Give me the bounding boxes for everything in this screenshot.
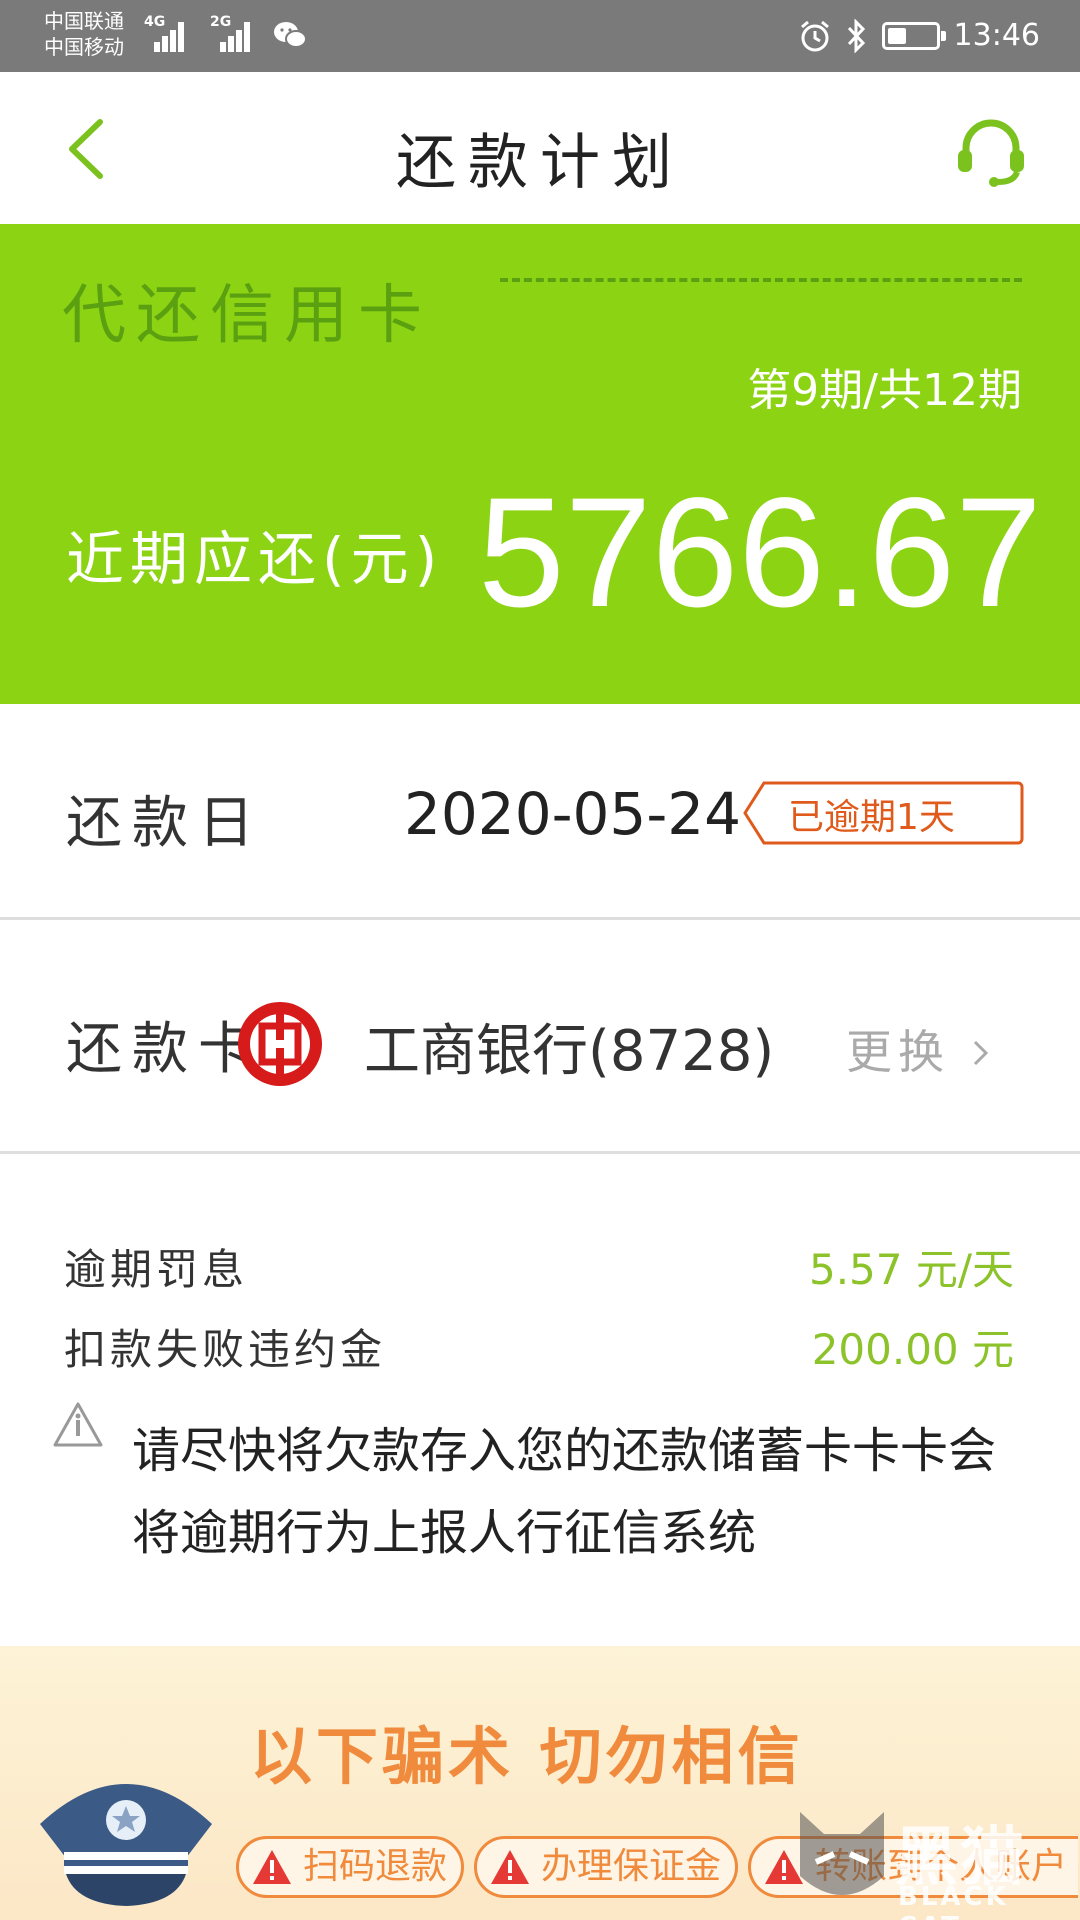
warning-message: 请尽快将欠款存入您的还款储蓄卡卡卡会将逾期行为上报人行征信系统 xyxy=(132,1423,997,1561)
due-label: 近期应还(元) xyxy=(66,525,444,593)
police-cap-icon xyxy=(40,1784,212,1906)
carrier-1: 中国联通 xyxy=(44,9,124,33)
change-card-button[interactable]: 更换 xyxy=(846,1016,991,1082)
bank-name: 工商银行(8728) xyxy=(364,1019,775,1084)
alert-icon xyxy=(491,1850,529,1884)
anti-fraud-banner[interactable]: 以下骗术 切勿相信 扫码退款 办理保证金 转账到个人账户 黑猫 BLACK CA… xyxy=(0,1646,1080,1920)
repay-date-value: 2020-05-24 xyxy=(404,780,742,848)
scam-tag-label: 办理保证金 xyxy=(541,1846,722,1887)
battery-icon xyxy=(881,21,946,50)
period-indicator: 第9期/共12期 xyxy=(747,365,1022,416)
repay-card-row[interactable]: 还款卡 工商银行(8728) 更换 xyxy=(0,922,1080,1154)
chevron-right-icon xyxy=(973,1040,988,1066)
change-label: 更换 xyxy=(846,1025,950,1079)
wechat-icon xyxy=(274,22,307,48)
dashed-divider xyxy=(500,278,1022,282)
repay-date-row: 还款日 2020-05-24 已逾期1天 xyxy=(0,704,1080,920)
watermark-sub: BLACK CAT xyxy=(898,1882,1009,1920)
ad-title: 以下骗术 切勿相信 xyxy=(250,1720,804,1793)
overdue-text: 已逾期1天 xyxy=(788,797,955,838)
fee-row: 逾期罚息 5.57 元/天 xyxy=(0,1226,1080,1296)
status-right: 13:46 xyxy=(798,18,1040,53)
bluetooth-icon xyxy=(847,18,865,53)
page-title: 还款计划 xyxy=(396,128,684,198)
nav-bar: 还款计划 xyxy=(0,72,1080,224)
black-cat-logo-icon xyxy=(800,1812,884,1895)
fee-row: 扣款失败违约金 200.00 元 xyxy=(0,1306,1080,1376)
fee-value: 200.00 元 xyxy=(811,1325,1014,1374)
repayment-banner: 代还信用卡 第9期/共12期 近期应还(元) 5766.67 xyxy=(0,224,1080,704)
customer-service-icon[interactable] xyxy=(954,114,1028,188)
fee-value: 5.57 元/天 xyxy=(808,1245,1014,1294)
overdue-badge: 已逾期1天 xyxy=(742,780,1024,846)
icbc-logo-icon xyxy=(238,1002,322,1086)
due-amount: 5766.67 xyxy=(478,466,1042,640)
black-cat-watermark: 黑猫 BLACK CAT xyxy=(794,1806,1064,1920)
fee-label: 逾期罚息 xyxy=(64,1245,249,1294)
scam-tag: 扫码退款 xyxy=(236,1836,465,1898)
card-type: 代还信用卡 xyxy=(62,279,432,353)
signal-icon xyxy=(150,18,188,52)
alarm-icon xyxy=(800,20,829,51)
carrier-info: 中国联通 中国移动 xyxy=(44,8,124,60)
warning-icon xyxy=(53,1402,103,1447)
fee-label: 扣款失败违约金 xyxy=(64,1325,387,1374)
clock: 13:46 xyxy=(953,18,1040,53)
scam-tag: 办理保证金 xyxy=(474,1836,739,1898)
carrier-2: 中国移动 xyxy=(44,35,124,59)
repay-date-label: 还款日 xyxy=(66,791,264,856)
alert-icon xyxy=(253,1850,291,1884)
signal-icon-2 xyxy=(216,18,254,52)
status-bar: 中国联通 中国移动 4G 2G 13:46 xyxy=(0,0,1080,72)
scam-tag-label: 扫码退款 xyxy=(303,1846,448,1887)
